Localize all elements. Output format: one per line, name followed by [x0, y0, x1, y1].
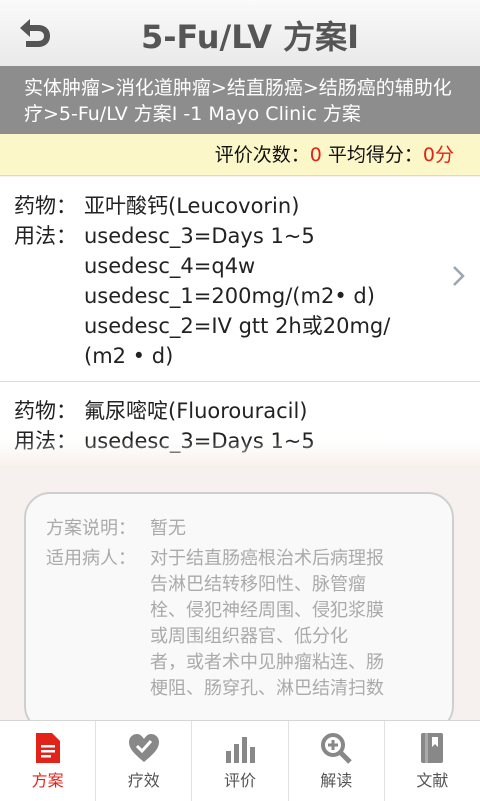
tab-scheme[interactable]: 方案 [0, 721, 95, 801]
heart-check-icon [128, 734, 159, 762]
tab-label: 文献 [416, 771, 449, 790]
usage-line: usedesc_4=q4w [84, 254, 256, 278]
tab-rating[interactable]: 评价 [191, 721, 287, 801]
rating-count-label: 评价次数： [214, 144, 310, 166]
page-title: 5-Fu/LV 方案I [140, 18, 360, 56]
patients-line: 栓、侵犯神经周围、侵犯浆膜 [150, 600, 384, 621]
drug-label: 药物： [14, 399, 77, 423]
drug-label: 药物： [14, 194, 77, 218]
description-row: 方案说明： 暂无 [46, 516, 436, 542]
patients-label: 适用病人： [46, 548, 136, 569]
bar-chart-icon [226, 737, 255, 763]
patients-line: 或周围组织器官、低分化 [150, 626, 348, 647]
usage-row: 用法： usedesc_3=Days 1~5 usedesc_4=q4w use… [14, 221, 440, 371]
patients-line: 告淋巴结转移阳性、脉管瘤 [150, 574, 366, 595]
bottom-tab-bar: 方案 疗效 评价 解读 文献 [0, 720, 480, 801]
average-score-label: 平均得分： [327, 144, 423, 166]
patients-value: 对于结直肠癌根治术后病理报 告淋巴结转移阳性、脉管瘤 栓、侵犯神经周围、侵犯浆膜… [150, 546, 436, 702]
title-bar: 5-Fu/LV 方案I [0, 0, 480, 67]
tab-label: 解读 [320, 771, 353, 790]
chevron-right-icon[interactable] [452, 265, 466, 287]
drug-name: 亚叶酸钙(Leucovorin) [84, 194, 300, 218]
description-value: 暂无 [150, 518, 186, 539]
book-icon [421, 733, 444, 763]
usage-label: 用法： [14, 224, 77, 248]
drug-item[interactable]: 药物： 亚叶酸钙(Leucovorin) 用法： usedesc_3=Days … [0, 177, 480, 382]
rating-count: 0 [309, 144, 322, 166]
drug-name: 氟尿嘧啶(Fluorouracil) [84, 399, 308, 423]
list-fade [0, 440, 480, 470]
tab-interpretation[interactable]: 解读 [287, 721, 384, 801]
tab-label: 评价 [224, 771, 257, 790]
tab-literature[interactable]: 文献 [383, 721, 480, 801]
drug-row: 药物： 氟尿嘧啶(Fluorouracil) [14, 396, 440, 426]
drug-row: 药物： 亚叶酸钙(Leucovorin) [14, 191, 440, 221]
usage-values: usedesc_3=Days 1~5 usedesc_4=q4w usedesc… [84, 221, 440, 371]
scheme-info-card: 方案说明： 暂无 适用病人： 对于结直肠癌根治术后病理报 告淋巴结转移阳性、脉管… [24, 492, 454, 732]
tab-label: 方案 [31, 771, 64, 790]
average-score: 0分 [422, 144, 454, 166]
usage-line: usedesc_3=Days 1~5 [84, 224, 315, 248]
usage-line: usedesc_2=IV gtt 2h或20mg/ [84, 314, 391, 338]
drug-list: 药物： 亚叶酸钙(Leucovorin) 用法： usedesc_3=Days … [0, 177, 480, 467]
usage-line: usedesc_1=200mg/(m2• d) [84, 284, 375, 308]
tab-efficacy[interactable]: 疗效 [95, 721, 191, 801]
zoom-in-icon [321, 733, 352, 764]
patients-line: 梗阻、肠穿孔、淋巴结清扫数 [150, 678, 384, 699]
patients-line: 对于结直肠癌根治术后病理报 [150, 548, 384, 569]
tab-label: 疗效 [127, 771, 160, 790]
usage-line: (m2 • d) [84, 344, 174, 368]
patients-line: 者，或者术中见肿瘤粘连、肠 [150, 652, 384, 673]
description-label: 方案说明： [46, 518, 136, 539]
rating-stats: 评价次数：0 平均得分：0分 [0, 134, 480, 176]
patients-row: 适用病人： 对于结直肠癌根治术后病理报 告淋巴结转移阳性、脉管瘤 栓、侵犯神经周… [46, 546, 436, 702]
breadcrumb: 实体肿瘤>消化道肿瘤>结直肠癌>结肠癌的辅助化疗>5-Fu/LV 方案I -1 … [0, 66, 480, 134]
document-icon [35, 733, 60, 763]
